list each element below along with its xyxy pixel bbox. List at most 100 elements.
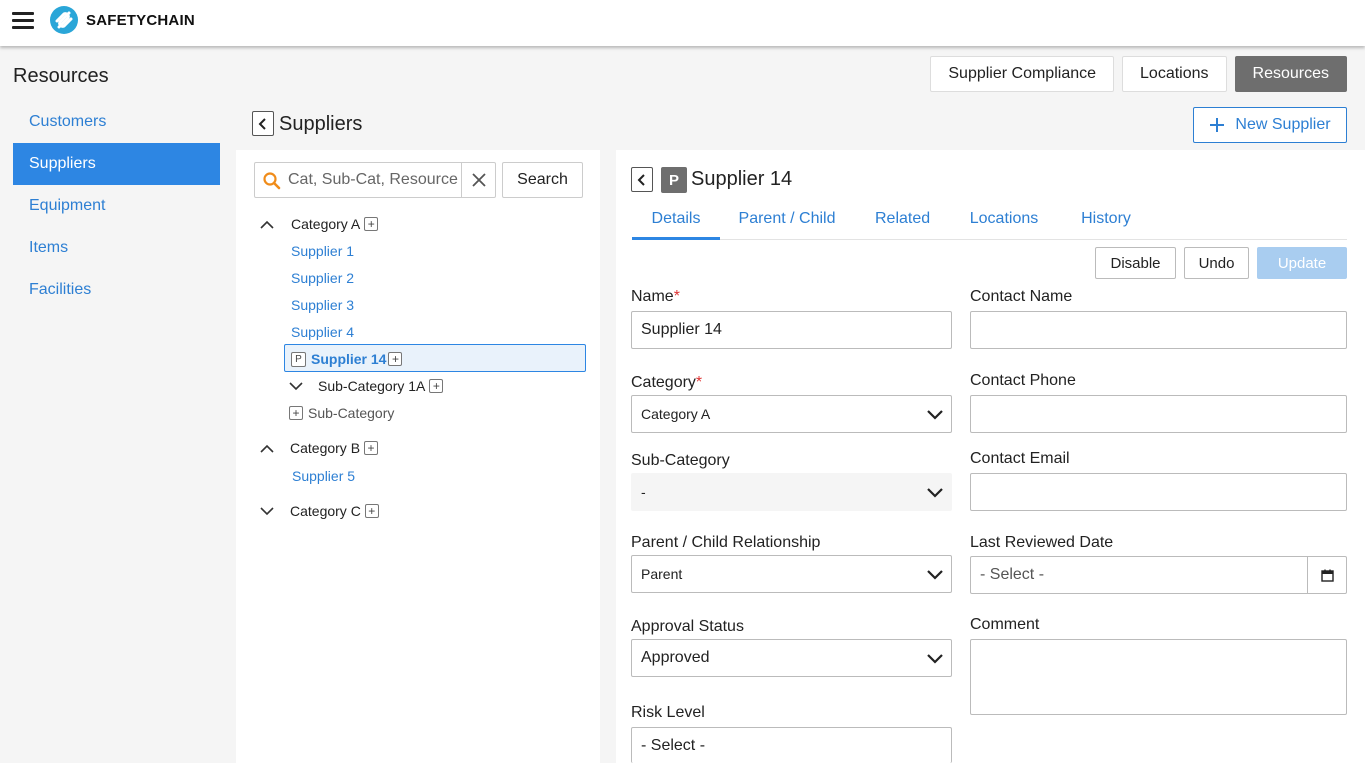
category-value: Category A bbox=[641, 406, 711, 422]
tree-supplier-selected[interactable]: P Supplier 14 + bbox=[291, 351, 403, 367]
detail-title: Supplier 14 bbox=[691, 168, 793, 190]
tab-parent-child[interactable]: Parent / Child bbox=[738, 210, 836, 240]
chevron-left-icon bbox=[637, 173, 645, 186]
tree-supplier-label[interactable]: Supplier 14 bbox=[311, 351, 386, 367]
chevron-down-icon[interactable] bbox=[260, 504, 274, 518]
comment-textarea[interactable] bbox=[970, 639, 1347, 715]
nav-item-suppliers[interactable]: Suppliers bbox=[13, 143, 220, 185]
comment-label: Comment bbox=[970, 616, 1040, 633]
search-button[interactable]: Search bbox=[502, 162, 583, 198]
category-label: Category A bbox=[291, 216, 361, 232]
section-title: Suppliers bbox=[279, 113, 363, 135]
name-label: Name* bbox=[631, 288, 680, 305]
plus-icon bbox=[1210, 118, 1225, 132]
chevron-down-icon bbox=[927, 410, 943, 420]
menu-icon[interactable] bbox=[12, 12, 34, 30]
nav-item-equipment[interactable]: Equipment bbox=[13, 185, 220, 227]
approval-select[interactable]: Approved bbox=[631, 639, 952, 677]
tree-supplier[interactable]: Supplier 2 bbox=[291, 270, 354, 286]
detail-panel: P Supplier 14 Details Parent / Child Rel… bbox=[616, 150, 1365, 763]
new-supplier-button[interactable]: New Supplier bbox=[1193, 107, 1347, 143]
add-icon[interactable]: + bbox=[289, 406, 303, 420]
chevron-up-icon[interactable] bbox=[260, 217, 274, 231]
close-icon bbox=[472, 173, 486, 187]
add-icon[interactable]: + bbox=[429, 379, 444, 393]
chevron-down-icon bbox=[927, 488, 943, 498]
add-subcategory[interactable]: + Sub-Category bbox=[289, 405, 394, 421]
tab-related[interactable]: Related bbox=[875, 210, 930, 240]
page-title: Resources bbox=[13, 65, 109, 87]
reviewed-date-placeholder: - Select - bbox=[980, 566, 1045, 583]
reviewed-date-field[interactable]: - Select - bbox=[970, 556, 1347, 594]
add-subcategory-label: Sub-Category bbox=[308, 405, 395, 421]
left-nav: Customers Suppliers Equipment Items Faci… bbox=[13, 101, 220, 311]
chevron-down-icon[interactable] bbox=[289, 379, 303, 393]
category-select[interactable]: Category A bbox=[631, 395, 952, 433]
resources-button[interactable]: Resources bbox=[1234, 56, 1347, 92]
subcategory-label: Sub-Category bbox=[631, 452, 730, 469]
category-label: Category B bbox=[290, 440, 361, 456]
chevron-left-icon bbox=[258, 117, 266, 130]
subcategory-select[interactable]: - bbox=[631, 473, 952, 511]
tree-supplier[interactable]: Supplier 3 bbox=[291, 297, 354, 313]
safetychain-logo-icon bbox=[50, 6, 78, 34]
tree-supplier[interactable]: Supplier 1 bbox=[291, 243, 354, 259]
nav-item-facilities[interactable]: Facilities bbox=[13, 269, 220, 311]
tab-details[interactable]: Details bbox=[632, 210, 720, 240]
search-input[interactable] bbox=[288, 168, 463, 192]
top-bar: SAFETYCHAIN bbox=[0, 0, 1365, 46]
subcategory-value: - bbox=[641, 484, 646, 500]
detail-tabs: Details Parent / Child Related Locations… bbox=[632, 210, 1347, 240]
add-icon[interactable]: + bbox=[388, 352, 403, 366]
supplier-compliance-button[interactable]: Supplier Compliance bbox=[930, 56, 1115, 92]
locations-button[interactable]: Locations bbox=[1122, 56, 1227, 92]
chevron-down-icon bbox=[927, 654, 943, 664]
disable-button[interactable]: Disable bbox=[1095, 247, 1176, 279]
risk-value: - Select - bbox=[641, 736, 706, 754]
relationship-select[interactable]: Parent bbox=[631, 555, 952, 593]
nav-item-customers[interactable]: Customers bbox=[13, 101, 220, 143]
clear-search-button[interactable] bbox=[461, 163, 496, 197]
chevron-up-icon[interactable] bbox=[260, 441, 274, 455]
calendar-button[interactable] bbox=[1307, 557, 1346, 593]
relationship-label: Parent / Child Relationship bbox=[631, 534, 821, 551]
tree-category-c: Category C + bbox=[260, 503, 379, 519]
tree-panel: Search Category A + Supplier 1 Supplier … bbox=[236, 150, 600, 763]
subcategory-label: Sub-Category 1A bbox=[318, 378, 426, 394]
parent-badge: P bbox=[291, 351, 306, 367]
risk-label: Risk Level bbox=[631, 704, 705, 721]
calendar-icon bbox=[1320, 569, 1334, 582]
risk-select[interactable]: - Select - bbox=[631, 727, 952, 763]
detail-back-button[interactable] bbox=[631, 167, 653, 192]
search-icon bbox=[263, 172, 281, 190]
tab-locations[interactable]: Locations bbox=[969, 210, 1039, 240]
contact-phone-field[interactable] bbox=[970, 395, 1347, 433]
tree-category-a: Category A + bbox=[260, 216, 379, 232]
tree-supplier[interactable]: Supplier 4 bbox=[291, 324, 354, 340]
contact-phone-label: Contact Phone bbox=[970, 372, 1076, 389]
name-field[interactable]: Supplier 14 bbox=[631, 311, 952, 349]
top-button-group: Supplier Compliance Locations Resources bbox=[930, 56, 1347, 92]
contact-name-field[interactable] bbox=[970, 311, 1347, 349]
approval-label: Approval Status bbox=[631, 618, 744, 635]
add-icon[interactable]: + bbox=[364, 504, 379, 518]
search-box bbox=[254, 162, 496, 198]
tree-subcategory-1a: Sub-Category 1A + bbox=[289, 378, 444, 394]
chevron-down-icon bbox=[927, 570, 943, 580]
contact-email-field[interactable] bbox=[970, 473, 1347, 511]
add-icon[interactable]: + bbox=[364, 441, 379, 455]
tree-category-b: Category B + bbox=[260, 440, 379, 456]
new-supplier-label: New Supplier bbox=[1235, 116, 1331, 133]
approval-value: Approved bbox=[641, 649, 710, 666]
tree-supplier[interactable]: Supplier 5 bbox=[292, 468, 355, 484]
brand-name: SAFETYCHAIN bbox=[86, 12, 195, 29]
add-icon[interactable]: + bbox=[364, 217, 379, 231]
parent-badge: P bbox=[661, 167, 687, 193]
undo-button[interactable]: Undo bbox=[1184, 247, 1249, 279]
nav-item-items[interactable]: Items bbox=[13, 227, 220, 269]
contact-name-label: Contact Name bbox=[970, 288, 1073, 305]
tab-history[interactable]: History bbox=[1080, 210, 1132, 240]
relationship-value: Parent bbox=[641, 566, 683, 582]
section-back-button[interactable] bbox=[252, 111, 274, 136]
update-button[interactable]: Update bbox=[1257, 247, 1347, 279]
